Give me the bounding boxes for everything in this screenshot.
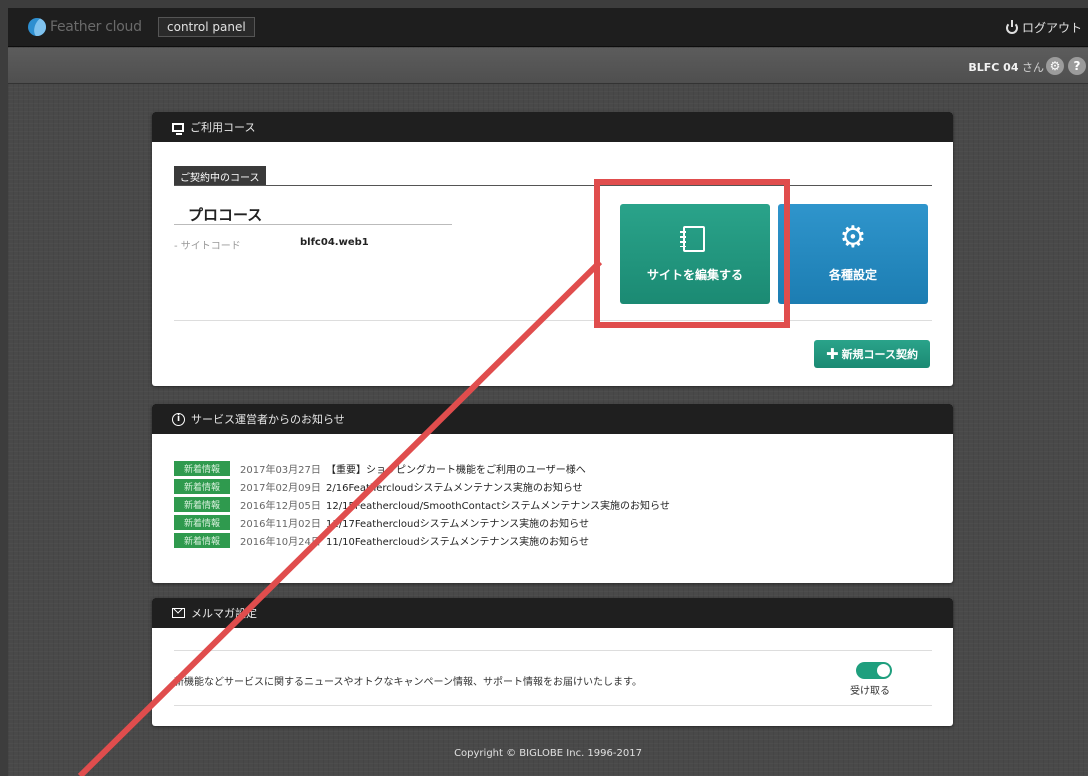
logo[interactable]: Feather cloud [28, 18, 142, 36]
mailmag-panel: メルマガ設定 新機能などサービスに関するニュースやオトクなキャンペーン情報、サポ… [152, 598, 953, 726]
notebook-icon [680, 226, 705, 252]
user-greeting: BLFC 04 さん [968, 59, 1044, 75]
news-title-link[interactable]: 【重要】ショッピングカート機能をご利用のユーザー様へ [326, 461, 586, 476]
user-bar: BLFC 04 さん ⚙ ? [8, 48, 1088, 84]
settings-tile-label: 各種設定 [828, 268, 877, 282]
logout-label: ログアウト [1021, 21, 1082, 35]
news-badge: 新着情報 [174, 478, 230, 494]
news-date: 2017年03月27日 [240, 464, 321, 476]
logout-button[interactable]: ログアウト [1005, 19, 1082, 36]
site-code-label: - サイトコード [174, 241, 241, 252]
news-date: 2017年02月09日 [240, 482, 321, 494]
news-item[interactable]: 新着情報 2017年03月27日 【重要】ショッピングカート機能をご利用のユーザ… [174, 460, 670, 476]
edit-site-label: サイトを編集する [646, 268, 743, 282]
news-badge: 新着情報 [174, 460, 230, 476]
news-badge: 新着情報 [174, 514, 230, 530]
news-date: 2016年10月24日 [240, 536, 321, 548]
site-code-value: blfc04.web1 [300, 237, 369, 248]
gear-icon: ⚙ [839, 220, 867, 255]
settings-tile-button[interactable]: ⚙ 各種設定 [778, 204, 928, 304]
divider [174, 320, 932, 321]
new-course-button[interactable]: ✚ 新規コース契約 [814, 340, 930, 368]
news-item[interactable]: 新着情報 2016年10月24日 11/10Feathercloudシステムメン… [174, 532, 670, 548]
logo-text: Feather cloud [50, 19, 142, 35]
news-title-link[interactable]: 12/15Feathercloud/SmoothContactシステムメンテナン… [326, 497, 670, 512]
control-panel-badge: control panel [158, 17, 255, 37]
settings-button[interactable]: ⚙ [1046, 57, 1064, 75]
news-title-link[interactable]: 11/10Feathercloudシステムメンテナンス実施のお知らせ [326, 533, 589, 548]
divider [174, 705, 932, 706]
news-badge: 新着情報 [174, 532, 230, 548]
news-item[interactable]: 新着情報 2016年12月05日 12/15Feathercloud/Smoot… [174, 496, 670, 512]
news-item[interactable]: 新着情報 2017年02月09日 2/16Feathercloudシステムメンテ… [174, 478, 670, 494]
mailmag-toggle[interactable] [856, 662, 892, 679]
edit-site-button[interactable]: サイトを編集する [620, 204, 770, 304]
new-course-label: 新規コース契約 [841, 348, 919, 361]
news-item[interactable]: 新着情報 2016年11月02日 11/17Feathercloudシステムメン… [174, 514, 670, 530]
divider [174, 224, 452, 225]
course-panel: ご利用コース ご契約中のコース プロコース - サイトコード blfc04.we… [152, 112, 953, 386]
gear-icon: ⚙ [1049, 59, 1061, 73]
user-suffix: さん [1022, 61, 1044, 74]
app-window: Feather cloud control panel ログアウト BLFC 0… [8, 8, 1088, 776]
user-name: BLFC 04 [968, 61, 1019, 74]
mailmag-description: 新機能などサービスに関するニュースやオトクなキャンペーン情報、サポート情報をお届… [174, 677, 642, 688]
toggle-label: 受け取る [850, 686, 890, 697]
course-panel-title: ご利用コース [190, 121, 256, 134]
divider [174, 185, 932, 186]
news-list: 新着情報 2017年03月27日 【重要】ショッピングカート機能をご利用のユーザ… [174, 460, 670, 550]
power-icon [1005, 19, 1018, 34]
news-title-link[interactable]: 11/17Feathercloudシステムメンテナンス実施のお知らせ [326, 515, 589, 530]
help-button[interactable]: ? [1068, 57, 1086, 75]
news-date: 2016年11月02日 [240, 518, 321, 530]
course-name: プロコース [188, 206, 263, 224]
toggle-knob [877, 664, 890, 677]
news-panel-header: i サービス運営者からのお知らせ [152, 404, 953, 434]
top-bar: Feather cloud control panel ログアウト [8, 8, 1088, 47]
divider [174, 650, 932, 651]
plus-icon: ✚ [825, 344, 839, 363]
news-date: 2016年12月05日 [240, 500, 321, 512]
footer-copyright: Copyright © BIGLOBE Inc. 1996-2017 [454, 748, 642, 759]
info-icon: i [172, 412, 185, 426]
mail-icon [172, 608, 185, 618]
news-badge: 新着情報 [174, 496, 230, 512]
contract-tab: ご契約中のコース [174, 166, 266, 185]
monitor-icon [172, 122, 184, 135]
feather-logo-icon [28, 18, 46, 36]
news-panel-title: サービス運営者からのお知らせ [191, 413, 345, 426]
news-panel: i サービス運営者からのお知らせ 新着情報 2017年03月27日 【重要】ショ… [152, 404, 953, 583]
course-panel-header: ご利用コース [152, 112, 953, 142]
mailmag-panel-header: メルマガ設定 [152, 598, 953, 628]
mailmag-panel-title: メルマガ設定 [191, 607, 257, 620]
news-title-link[interactable]: 2/16Feathercloudシステムメンテナンス実施のお知らせ [326, 479, 583, 494]
